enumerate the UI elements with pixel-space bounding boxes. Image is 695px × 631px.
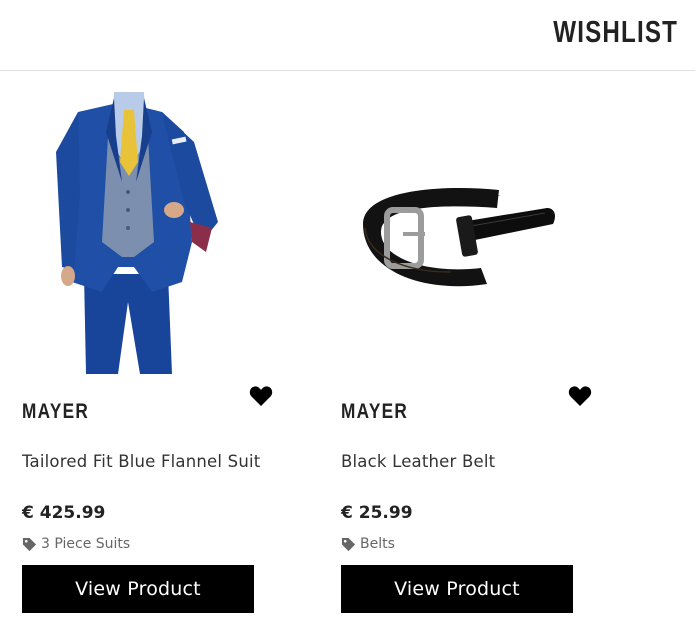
product-brand: MAYER (22, 400, 90, 423)
tag-icon (22, 537, 37, 551)
product-image-belt[interactable] (341, 92, 573, 374)
product-name[interactable]: Black Leather Belt (341, 449, 581, 475)
view-product-button[interactable]: View Product (341, 565, 573, 613)
product-image-suit[interactable] (22, 92, 254, 374)
heart-icon[interactable] (568, 385, 592, 407)
product-name[interactable]: Tailored Fit Blue Flannel Suit (22, 449, 262, 475)
product-category: 3 Piece Suits (22, 535, 130, 553)
suit-image (56, 92, 218, 374)
product-category: Belts (341, 535, 395, 553)
category-label[interactable]: 3 Piece Suits (41, 536, 130, 552)
product-brand: MAYER (341, 400, 409, 423)
product-price: € 425.99 (22, 503, 106, 523)
category-label[interactable]: Belts (360, 536, 395, 552)
heart-icon[interactable] (249, 385, 273, 407)
product-price: € 25.99 (341, 503, 413, 523)
view-product-button[interactable]: View Product (22, 565, 254, 613)
tag-icon (341, 537, 356, 551)
belt-image (363, 187, 555, 287)
page-title: WISHLIST (553, 14, 678, 49)
page-header: WISHLIST (0, 0, 695, 71)
